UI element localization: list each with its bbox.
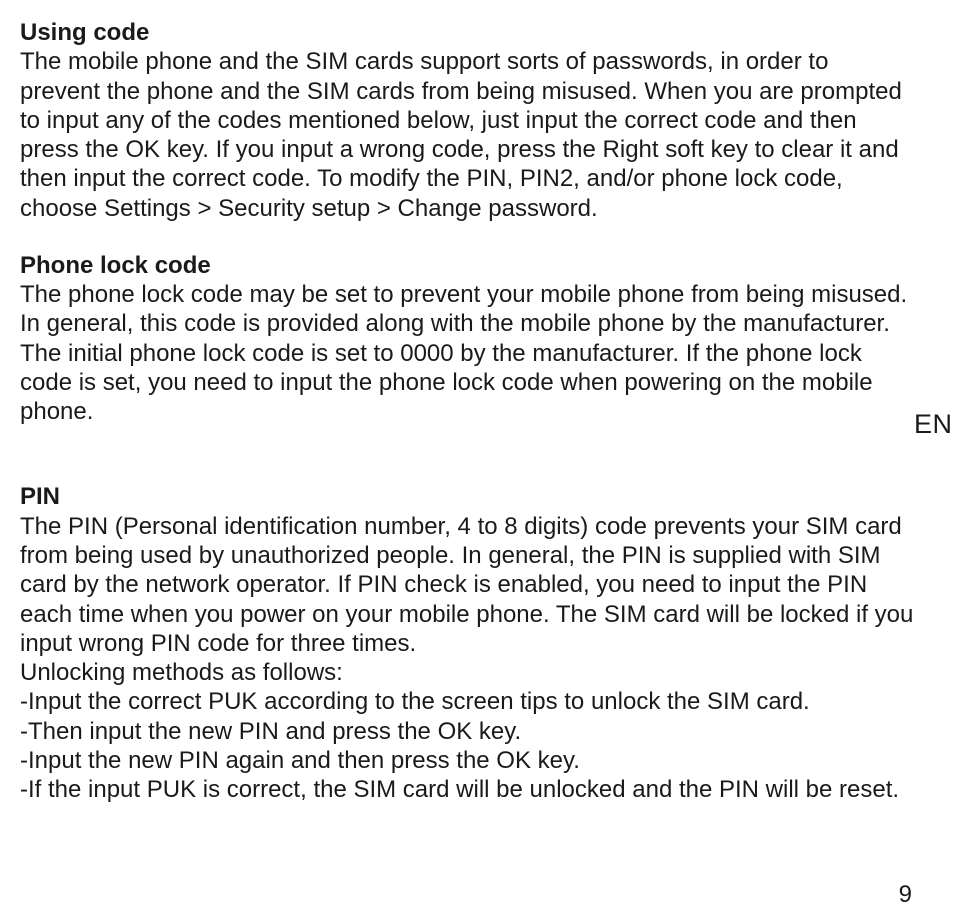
page-number: 9 — [899, 880, 912, 909]
unlocking-step-1: -Input the correct PUK according to the … — [20, 687, 914, 716]
paragraph-phone-lock-code: The phone lock code may be set to preven… — [20, 280, 914, 426]
unlocking-step-2: -Then input the new PIN and press the OK… — [20, 717, 914, 746]
heading-phone-lock-code: Phone lock code — [20, 251, 914, 280]
paragraph-pin: The PIN (Personal identification number,… — [20, 512, 914, 658]
heading-pin: PIN — [20, 482, 914, 511]
page-content: Using code The mobile phone and the SIM … — [20, 18, 914, 804]
language-tab: EN — [914, 408, 958, 448]
unlocking-step-4: -If the input PUK is correct, the SIM ca… — [20, 775, 914, 804]
heading-using-code: Using code — [20, 18, 914, 47]
paragraph-using-code: The mobile phone and the SIM cards suppo… — [20, 47, 914, 223]
unlocking-step-3: -Input the new PIN again and then press … — [20, 746, 914, 775]
unlocking-intro: Unlocking methods as follows: — [20, 658, 914, 687]
